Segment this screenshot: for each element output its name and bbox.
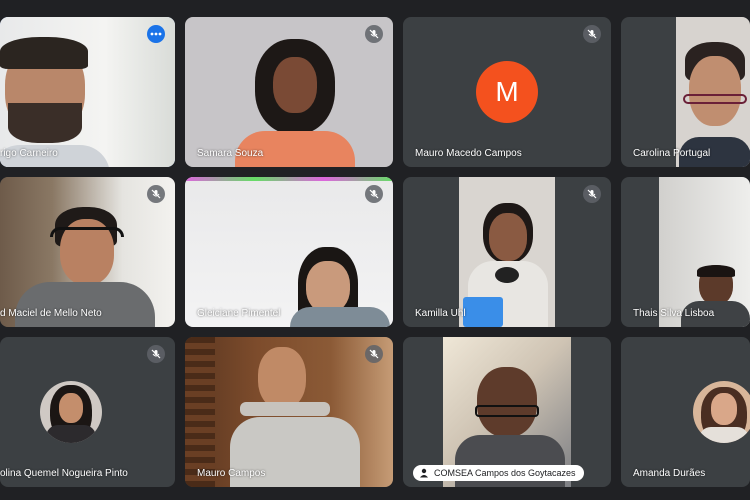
avatar (40, 381, 102, 443)
avatar-initial: M (495, 76, 519, 107)
more-options-icon (150, 32, 162, 36)
participant-figure (290, 247, 390, 327)
participant-tile[interactable]: Samara Souza (185, 17, 393, 167)
participant-figure (235, 39, 355, 167)
window-blinds (185, 337, 215, 487)
mute-status (365, 25, 383, 43)
avatar: M (476, 61, 538, 123)
mute-status (147, 345, 165, 363)
mic-off-icon (151, 349, 161, 359)
participant-tile[interactable]: olina Quemel Nogueira Pinto (0, 337, 175, 487)
participant-tile[interactable]: Gleiciane Pimentel (185, 177, 393, 327)
participant-name: Kamilla Uhl (415, 308, 466, 319)
mic-off-icon (587, 189, 597, 199)
mic-off-icon (369, 349, 379, 359)
participant-name: Thais Silva Lisboa (633, 308, 715, 319)
participant-name: Gleiciane Pimentel (197, 308, 281, 319)
mic-off-icon (369, 29, 379, 39)
participant-name: rigo Carneiro (0, 148, 58, 159)
video-artifact (185, 177, 393, 181)
participant-name: Samara Souza (197, 148, 264, 159)
participant-tile[interactable]: Kamilla Uhl (403, 177, 611, 327)
mute-status (583, 25, 601, 43)
participant-name: Carolina Portugal (633, 148, 711, 159)
mic-off-icon (151, 189, 161, 199)
participant-figure (230, 347, 360, 487)
participant-name: d Maciel de Mello Neto (0, 308, 102, 319)
participant-tile[interactable]: Amanda Durães (621, 337, 750, 487)
mute-status (365, 345, 383, 363)
participant-tile[interactable]: Carolina Portugal (621, 17, 750, 167)
mute-status (147, 185, 165, 203)
participant-figure (463, 203, 553, 327)
participant-tile[interactable]: Thais Silva Lisboa (621, 177, 750, 327)
more-options-button[interactable] (147, 25, 165, 43)
presenter-badge: COMSEA Campos dos Goytacazes (413, 465, 584, 481)
participant-name: Mauro Campos (197, 468, 266, 479)
participant-name: Mauro Macedo Campos (415, 148, 522, 159)
participant-name: olina Quemel Nogueira Pinto (0, 468, 128, 479)
participant-tile[interactable]: M Mauro Macedo Campos (403, 17, 611, 167)
participant-name: COMSEA Campos dos Goytacazes (434, 468, 576, 478)
mic-off-icon (369, 189, 379, 199)
participant-tile[interactable]: d Maciel de Mello Neto (0, 177, 175, 327)
presenter-icon (420, 468, 428, 478)
mute-status (365, 185, 383, 203)
avatar (693, 381, 750, 443)
participant-tile[interactable]: Mauro Campos (185, 337, 393, 487)
participant-tile[interactable]: COMSEA Campos dos Goytacazes (403, 337, 611, 487)
participant-tile[interactable]: rigo Carneiro (0, 17, 175, 167)
participant-name: Amanda Durães (633, 468, 706, 479)
mute-status (583, 185, 601, 203)
mic-off-icon (587, 29, 597, 39)
